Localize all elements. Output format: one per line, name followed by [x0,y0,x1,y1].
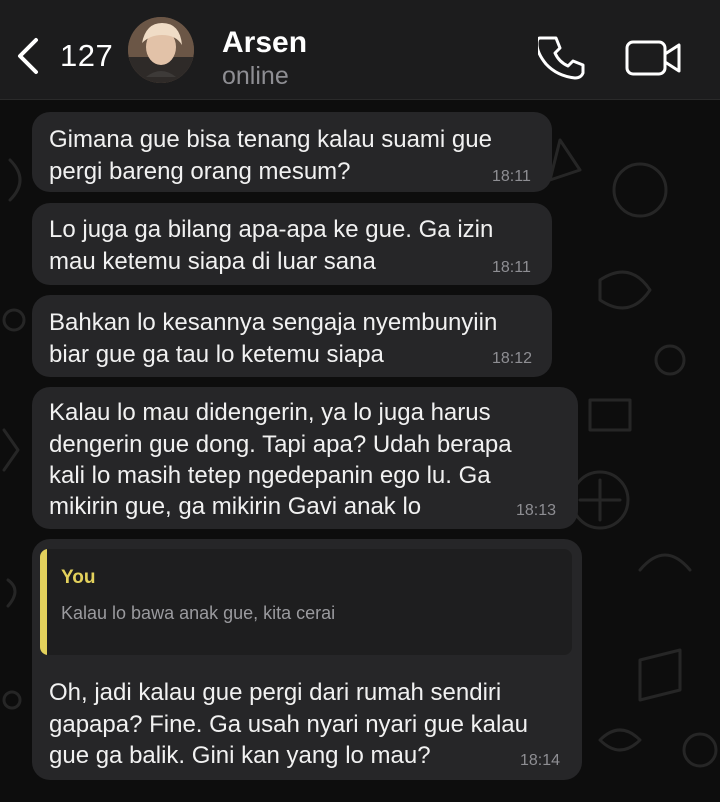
message-line: Bahkan lo kesannya sengaja nyembunyiin [49,309,498,336]
message-line: pergi bareng orang mesum? [49,158,351,185]
message-line: mikirin gue, ga mikirin Gavi anak lo [49,493,422,520]
video-camera-icon [625,40,681,76]
message-line: biar gue ga tau lo ketemu siapa [49,341,384,368]
back-button[interactable]: 127 [14,34,114,78]
message-bubble[interactable]: Lo juga ga bilang apa-apa ke gue. Ga izi… [32,203,552,285]
reply-text: Kalau lo bawa anak gue, kita cerai [61,603,336,623]
message-time: 18:11 [492,259,531,276]
message-bubble[interactable]: Kalau lo mau didengerin, ya lo juga haru… [32,387,578,529]
message-line: Gimana gue bisa tenang kalau suami gue [49,126,492,153]
message-line: dengerin gue dong. Tapi apa? Udah berapa [49,431,512,458]
unread-count: 127 [60,38,114,73]
message-time: 18:13 [516,502,557,519]
contact-status: online [222,62,289,90]
reply-author: You [61,567,96,588]
message-line: gue ga balik. Gini kan yang lo mau? [49,742,431,769]
message-line: kali lo masih tetep ngedepanin ego lu. G… [49,462,491,489]
avatar[interactable] [128,17,194,83]
contact-name[interactable]: Arsen [222,26,307,60]
message-time: 18:14 [520,752,561,769]
message-bubble[interactable]: Bahkan lo kesannya sengaja nyembunyiin b… [32,295,552,377]
message-line: mau ketemu siapa di luar sana [49,248,376,275]
message-time: 18:11 [492,168,531,185]
chat-header: 127 Arsen online [0,0,720,100]
message-line: Kalau lo mau didengerin, ya lo juga haru… [49,399,491,426]
reply-accent-bar [40,549,47,655]
chevron-left-icon [18,38,38,74]
message-bubble[interactable]: Gimana gue bisa tenang kalau suami gue p… [32,112,552,192]
message-time: 18:12 [492,350,533,367]
phone-icon [535,36,585,80]
quoted-reply[interactable]: You Kalau lo bawa anak gue, kita cerai [40,549,572,655]
message-line: gapapa? Fine. Ga usah nyari nyari gue ka… [49,711,528,738]
voice-call-button[interactable] [535,34,586,80]
message-bubble[interactable]: You Kalau lo bawa anak gue, kita cerai O… [32,539,582,780]
message-line: Lo juga ga bilang apa-apa ke gue. Ga izi… [49,216,494,243]
message-line: Oh, jadi kalau gue pergi dari rumah send… [49,679,502,706]
video-call-button[interactable] [624,38,684,78]
